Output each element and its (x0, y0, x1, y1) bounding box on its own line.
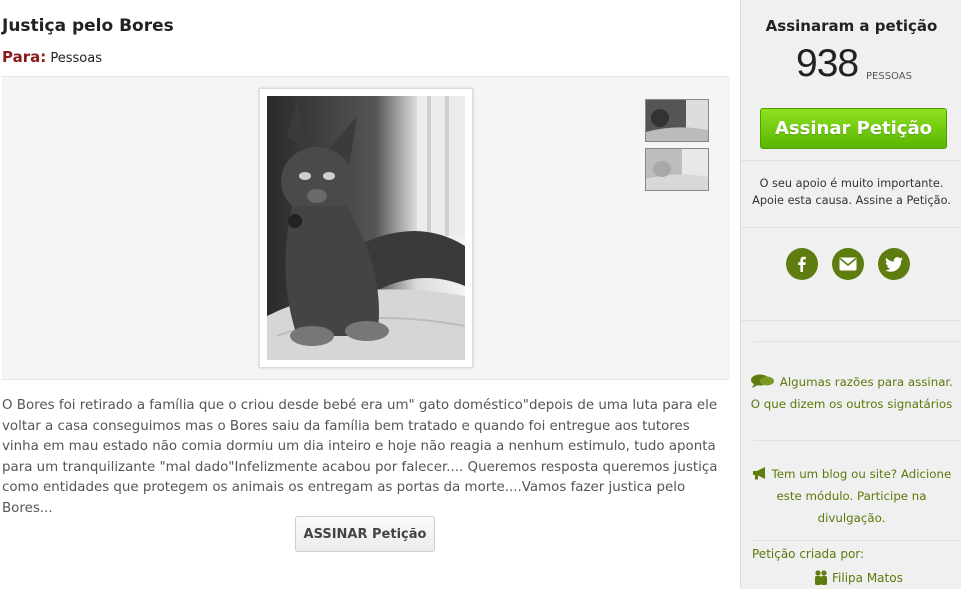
cat-photo (267, 96, 465, 360)
petition-main: Justiça pelo Bores Para: Pessoas O Bores… (0, 0, 740, 589)
chat-bubbles-icon (751, 374, 775, 388)
sidebar-sign-button[interactable]: Assinar Petição (760, 108, 947, 149)
twitter-share-button[interactable] (878, 248, 910, 280)
divider (741, 320, 961, 321)
reasons-link[interactable]: Algumas razões para assinar. (780, 375, 953, 389)
author-name[interactable]: Filipa Matos (832, 571, 903, 585)
created-by-label: Petição criada por: (752, 547, 865, 561)
divider (741, 160, 961, 161)
main-photo[interactable] (259, 88, 473, 368)
other-signatories-link[interactable]: O que dizem os outros signatários (751, 397, 953, 411)
signature-count: 938 (796, 42, 859, 85)
reasons-links: Algumas razões para assinar. O que dizem… (741, 371, 961, 415)
email-share-button[interactable] (832, 248, 864, 280)
divider (753, 341, 961, 342)
support-line-1: O seu apoio é muito importante. (759, 177, 944, 190)
share-module-link[interactable]: este módulo. Participe na divulgação. (776, 489, 926, 525)
facebook-share-button[interactable] (786, 248, 818, 280)
thumbnail-image (646, 100, 708, 141)
people-icon (815, 570, 827, 585)
sign-petition-button[interactable]: ASSINAR Petição (295, 516, 435, 552)
signature-count-unit: PESSOAS (866, 71, 912, 82)
thumbnail-2[interactable] (645, 148, 709, 191)
twitter-icon (885, 256, 903, 272)
divider (753, 440, 961, 441)
blog-link[interactable]: Tem um blog ou site? Adicione (772, 467, 952, 481)
petition-title: Justiça pelo Bores (2, 16, 174, 36)
megaphone-icon (752, 467, 765, 480)
petition-description: O Bores foi retirado a família que o cri… (2, 398, 718, 516)
divider (753, 540, 961, 541)
signed-heading: Assinaram a petição (765, 17, 938, 35)
thumbnail-1[interactable] (645, 99, 709, 142)
support-line-2: Apoie esta causa. Assine a Petição. (752, 194, 951, 207)
email-icon (839, 257, 857, 271)
blog-module-links: Tem um blog ou site? Adicione este módul… (741, 463, 961, 529)
recipient-value: Pessoas (50, 51, 102, 66)
thumbnail-image (646, 149, 708, 190)
facebook-icon (798, 256, 806, 272)
image-gallery (2, 76, 730, 380)
petition-recipient: Para: Pessoas (2, 48, 102, 66)
sidebar: Assinaram a petição 938 PESSOAS Assinar … (740, 0, 961, 589)
divider (741, 227, 961, 228)
support-message: O seu apoio é muito importante. Apoie es… (741, 175, 961, 209)
recipient-label: Para: (2, 48, 47, 66)
author[interactable]: Filipa Matos (813, 570, 903, 585)
